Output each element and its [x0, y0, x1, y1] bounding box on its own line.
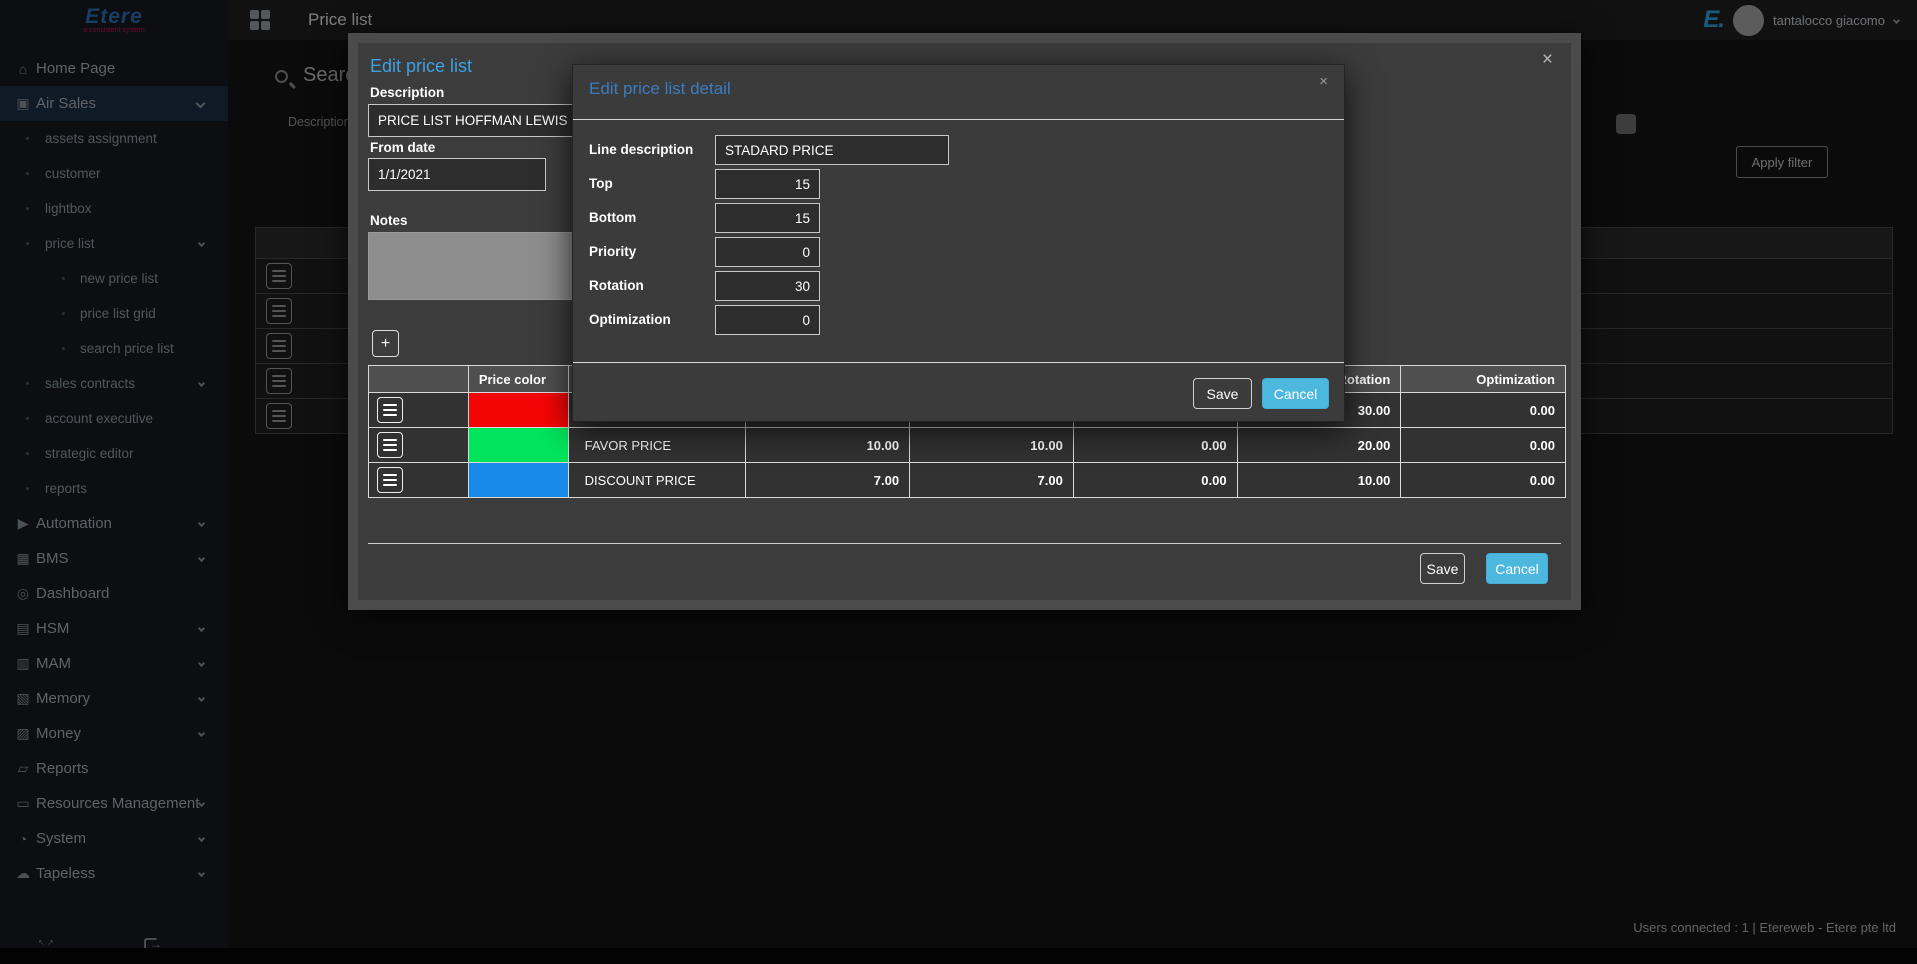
- edit-price-list-detail-modal: Edit price list detail × Line descriptio…: [572, 64, 1345, 422]
- close-icon[interactable]: ×: [1542, 49, 1553, 71]
- from-date-label: From date: [370, 140, 435, 155]
- save-button[interactable]: Save: [1420, 553, 1465, 584]
- from-date-input[interactable]: [368, 158, 546, 191]
- modal-title: Edit price list detail: [589, 79, 731, 99]
- table-row: FAVOR PRICE 10.00 10.00 0.00 20.00 0.00: [368, 428, 1566, 463]
- price-color-cell[interactable]: [469, 428, 569, 462]
- price-color-cell[interactable]: [469, 463, 569, 497]
- optimization-label: Optimization: [589, 305, 711, 335]
- footer-divider: [573, 362, 1344, 363]
- app-page: Etere a consistent system ⌂ Home Page ▣ …: [0, 0, 1917, 964]
- cancel-button[interactable]: Cancel: [1262, 378, 1329, 409]
- footer-divider: [368, 543, 1561, 544]
- line-description-input[interactable]: [715, 135, 949, 165]
- bottom-label: Bottom: [589, 203, 711, 233]
- bottom-input[interactable]: [715, 203, 820, 233]
- add-row-button[interactable]: +: [372, 330, 399, 357]
- color-swatch: [469, 393, 568, 427]
- row-menu-icon[interactable]: [377, 397, 403, 423]
- line-description-label: Line description: [589, 135, 711, 165]
- cancel-button[interactable]: Cancel: [1486, 553, 1548, 584]
- priority-input[interactable]: [715, 237, 820, 267]
- rotation-label: Rotation: [589, 271, 711, 301]
- rotation-input[interactable]: [715, 271, 820, 301]
- top-label: Top: [589, 169, 711, 199]
- save-button[interactable]: Save: [1193, 378, 1252, 409]
- description-label: Description: [370, 85, 444, 100]
- optimization-input[interactable]: [715, 305, 820, 335]
- priority-label: Priority: [589, 237, 711, 267]
- modal-title: Edit price list: [370, 56, 472, 77]
- price-color-cell[interactable]: [469, 393, 569, 427]
- notes-label: Notes: [370, 213, 408, 228]
- color-swatch: [469, 428, 568, 462]
- row-menu-icon[interactable]: [377, 467, 403, 493]
- header-divider: [573, 119, 1344, 120]
- close-icon[interactable]: ×: [1319, 73, 1328, 90]
- top-input[interactable]: [715, 169, 820, 199]
- table-row: DISCOUNT PRICE 7.00 7.00 0.00 10.00 0.00: [368, 463, 1566, 498]
- color-swatch: [469, 463, 568, 497]
- row-menu-icon[interactable]: [377, 432, 403, 458]
